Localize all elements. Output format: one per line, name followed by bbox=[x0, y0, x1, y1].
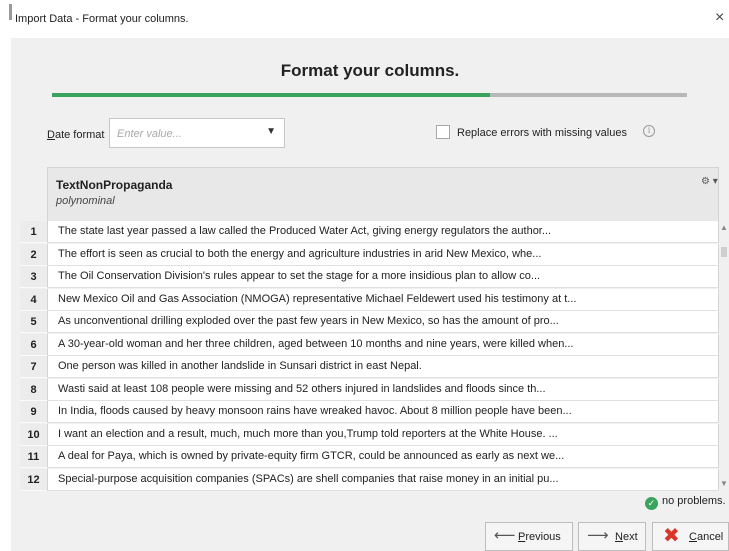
gear-icon[interactable]: ⚙ ▾ bbox=[701, 176, 718, 187]
row-cell[interactable]: I want an election and a result, much, m… bbox=[47, 423, 719, 446]
column-header[interactable]: TextNonPropaganda polynominal ⚙ ▾ bbox=[47, 167, 719, 221]
previous-button-label: Previous bbox=[518, 531, 561, 543]
row-number: 12 bbox=[20, 468, 47, 491]
window-grip bbox=[9, 4, 12, 20]
table-row[interactable]: 4 New Mexico Oil and Gas Association (NMO… bbox=[11, 288, 729, 311]
row-number: 10 bbox=[20, 423, 47, 446]
table-row[interactable]: 12 Special-purpose acquisition companies … bbox=[11, 468, 729, 491]
row-cell[interactable]: The effort is seen as crucial to both th… bbox=[47, 243, 719, 266]
table-scrollbar[interactable]: ▲ ▼ bbox=[720, 221, 729, 491]
cancel-button[interactable]: ✖ Cancel bbox=[652, 522, 729, 551]
table-row[interactable]: 11 A deal for Paya, which is owned by pri… bbox=[11, 446, 729, 468]
row-cell[interactable]: A deal for Paya, which is owned by priva… bbox=[47, 446, 719, 468]
row-number: 7 bbox=[20, 356, 47, 378]
table-row[interactable]: 10 I want an election and a result, much,… bbox=[11, 423, 729, 446]
row-cell[interactable]: The state last year passed a law called … bbox=[47, 221, 719, 243]
row-cell[interactable]: One person was killed in another landsli… bbox=[47, 356, 719, 378]
row-cell[interactable]: Wasti said at least 108 people were miss… bbox=[47, 378, 719, 401]
wizard-body: Format your columns. Date format Enter v… bbox=[11, 38, 729, 551]
table-row[interactable]: 6A 30-year-old woman and her three child… bbox=[11, 333, 729, 356]
row-cell[interactable]: In India, floods caused by heavy monsoon… bbox=[47, 401, 719, 423]
date-format-placeholder: Enter value... bbox=[117, 128, 182, 140]
table-row[interactable]: 7 One person was killed in another landsl… bbox=[11, 356, 729, 378]
scroll-down-icon[interactable]: ▼ bbox=[720, 479, 728, 488]
table-row[interactable]: 2 The effort is seen as crucial to both t… bbox=[11, 243, 729, 266]
row-number: 6 bbox=[20, 333, 47, 356]
date-format-label: Date format bbox=[47, 129, 105, 141]
close-icon[interactable]: × bbox=[715, 9, 724, 27]
row-cell[interactable]: The Oil Conservation Division's rules ap… bbox=[47, 266, 719, 288]
next-button-label: Next bbox=[615, 531, 638, 543]
row-number: 1 bbox=[20, 221, 47, 243]
table-row[interactable]: 1 The state last year passed a law called… bbox=[11, 221, 729, 243]
status-text: no problems. bbox=[662, 495, 726, 507]
column-type: polynominal bbox=[56, 195, 115, 207]
window-title: Import Data - Format your columns. bbox=[15, 13, 189, 25]
row-cell[interactable]: New Mexico Oil and Gas Association (NMOG… bbox=[47, 288, 719, 311]
row-number: 4 bbox=[20, 288, 47, 311]
validation-status: ✓ no problems. bbox=[645, 495, 726, 510]
next-button[interactable]: ⟶ Next bbox=[578, 522, 646, 551]
chevron-down-icon: ▼ bbox=[266, 126, 276, 137]
row-number: 8 bbox=[20, 378, 47, 401]
arrow-left-icon: ⟵ bbox=[494, 527, 516, 544]
table-row[interactable]: 5 As unconventional drilling exploded ove… bbox=[11, 311, 729, 333]
wizard-heading: Format your columns. bbox=[280, 61, 460, 80]
cancel-button-label: Cancel bbox=[689, 531, 724, 543]
row-cell[interactable]: Special-purpose acquisition companies (S… bbox=[47, 468, 719, 491]
window-titlebar: Import Data - Format your columns. × bbox=[0, 0, 729, 38]
row-number: 2 bbox=[20, 243, 47, 266]
cancel-icon: ✖ bbox=[663, 525, 680, 547]
table-row[interactable]: 8 Wasti said at least 108 people were mis… bbox=[11, 378, 729, 401]
data-table: 1 The state last year passed a law called… bbox=[11, 221, 729, 491]
wizard-progress-bar bbox=[52, 93, 687, 97]
row-cell[interactable]: As unconventional drilling exploded over… bbox=[47, 311, 719, 333]
row-number: 9 bbox=[20, 401, 47, 423]
column-name: TextNonPropaganda bbox=[56, 178, 173, 192]
replace-errors-label: Replace errors with missing values bbox=[457, 127, 627, 139]
info-icon[interactable]: i bbox=[643, 125, 655, 137]
table-row[interactable]: 9 In India, floods caused by heavy monsoo… bbox=[11, 401, 729, 423]
scroll-thumb[interactable] bbox=[721, 247, 727, 257]
previous-button[interactable]: ⟵ Previous bbox=[485, 522, 573, 551]
row-cell[interactable]: A 30-year-old woman and her three childr… bbox=[47, 333, 719, 356]
arrow-right-icon: ⟶ bbox=[587, 527, 609, 544]
row-number: 3 bbox=[20, 266, 47, 288]
scroll-up-icon[interactable]: ▲ bbox=[720, 223, 728, 232]
wizard-progress-fill bbox=[52, 93, 491, 97]
date-format-select[interactable]: Enter value... ▼ bbox=[109, 118, 285, 148]
table-row[interactable]: 3 The Oil Conservation Division's rules a… bbox=[11, 266, 729, 288]
check-icon: ✓ bbox=[645, 497, 658, 510]
replace-errors-checkbox[interactable] bbox=[436, 125, 450, 139]
row-number: 11 bbox=[20, 446, 47, 468]
row-number: 5 bbox=[20, 311, 47, 333]
